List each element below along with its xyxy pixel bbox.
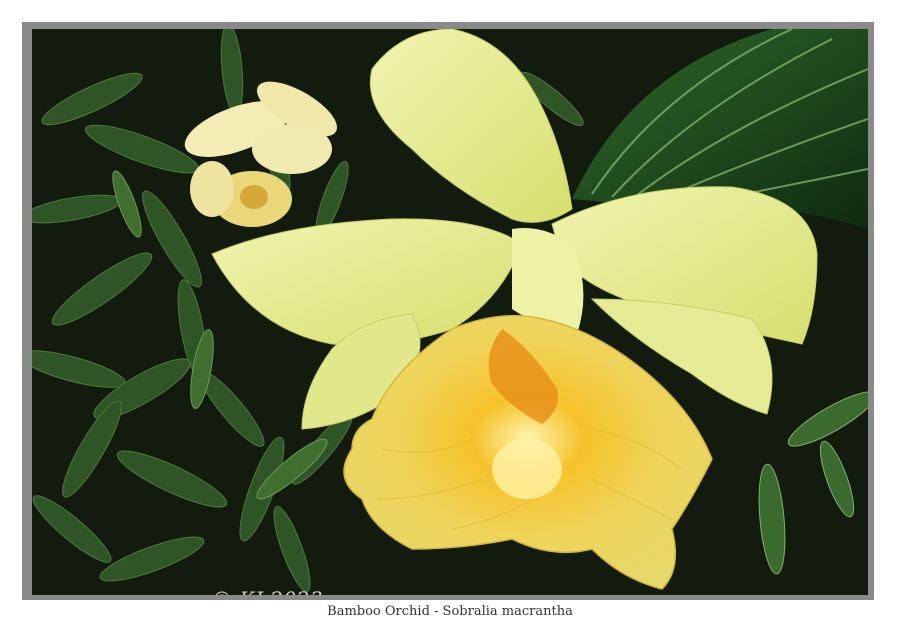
photo-caption: Bamboo Orchid - Sobralia macrantha	[327, 604, 573, 619]
copyright-watermark: © KJ 2023	[212, 587, 323, 595]
orchid-illustration	[32, 29, 868, 595]
orchid-photo: © KJ 2023	[32, 29, 868, 595]
